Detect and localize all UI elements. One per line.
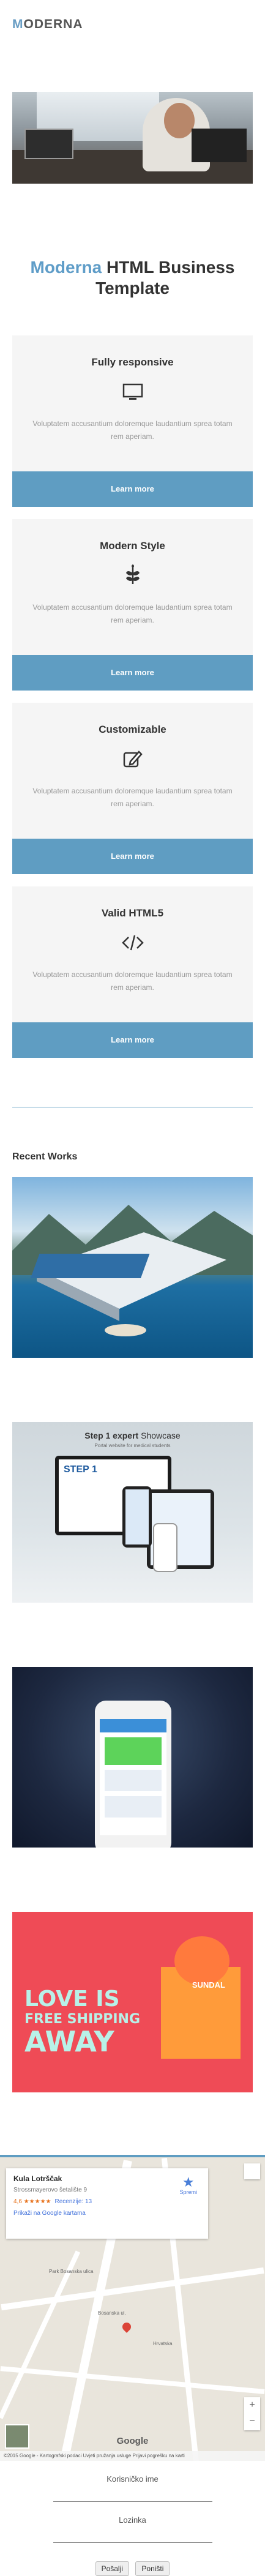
learn-more-button[interactable]: Learn more [12, 471, 253, 507]
code-icon [121, 935, 144, 951]
leaf-icon [125, 564, 140, 584]
features-section: Fully responsive Voluptatem accusantium … [0, 335, 265, 1058]
password-input[interactable] [53, 2528, 212, 2543]
star-icon: ★ [182, 2174, 195, 2190]
username-input[interactable] [53, 2487, 212, 2502]
location-pin-icon[interactable] [121, 2321, 133, 2333]
place-card: Kula Lotrščak Strossmayerovo šetalište 9… [6, 2168, 208, 2239]
recent-works-heading: Recent Works [12, 1151, 78, 1162]
view-larger-map-link[interactable]: Prikaži na Google kartama [13, 2210, 201, 2217]
feature-text: Voluptatem accusantium doloremque laudan… [32, 787, 233, 808]
feature-heading: Customizable [99, 724, 166, 735]
zoom-out-button[interactable]: − [244, 2413, 260, 2429]
feature-text: Voluptatem accusantium doloremque laudan… [32, 970, 233, 992]
place-name: Kula Lotrščak [13, 2174, 62, 2183]
satellite-toggle[interactable] [5, 2424, 29, 2449]
work-thumbnail[interactable] [12, 1667, 253, 1848]
save-button[interactable]: ★ Spremi [179, 2174, 197, 2196]
reset-button[interactable]: Poništi [135, 2561, 170, 2576]
feature-heading: Modern Style [100, 540, 165, 552]
feature-heading: Fully responsive [91, 356, 174, 368]
feature-heading: Valid HTML5 [101, 907, 164, 919]
google-map[interactable]: Park Bosanska ulica Hrvatska Bosanska ul… [0, 2155, 265, 2461]
hero-image [12, 92, 253, 184]
edit-icon [123, 751, 143, 768]
learn-more-button[interactable]: Learn more [12, 655, 253, 691]
place-rating: 4,6 ★★★★★ Recenzije: 13 [13, 2198, 92, 2205]
feature-card: Customizable Voluptatem accusantium dolo… [12, 703, 253, 874]
page-title: Moderna HTML Business Template [30, 258, 235, 298]
feature-card: Modern Style Voluptatem accusantium dolo… [12, 519, 253, 691]
map-footer: ©2015 Google - Kartografski podaci Uvjet… [0, 2451, 265, 2461]
mountain-lake-image [12, 1205, 253, 1336]
google-logo: Google [116, 2436, 149, 2446]
feature-text: Voluptatem accusantium doloremque laudan… [32, 603, 233, 624]
feature-card: Valid HTML5 Voluptatem accusantium dolor… [12, 886, 253, 1058]
work-thumbnail[interactable] [12, 1177, 253, 1358]
feature-card: Fully responsive Voluptatem accusantium … [12, 335, 253, 507]
zoom-in-button[interactable]: + [244, 2397, 260, 2413]
login-form: Korisničko ime Lozinka Pošalji Poništi [0, 2461, 265, 2576]
submit-button[interactable]: Pošalji [95, 2561, 129, 2576]
work-thumbnail[interactable]: Step 1 expert Showcase Portal website fo… [12, 1422, 253, 1603]
feature-text: Voluptatem accusantium doloremque laudan… [32, 419, 233, 441]
password-label: Lozinka [119, 2515, 146, 2525]
site-logo[interactable]: MODERNA [12, 17, 253, 32]
learn-more-button[interactable]: Learn more [12, 839, 253, 874]
monitor-icon [122, 383, 143, 400]
fullscreen-button[interactable] [244, 2163, 260, 2179]
reviews-link[interactable]: Recenzije: 13 [55, 2198, 92, 2205]
site-header: MODERNA [0, 0, 265, 49]
username-label: Korisničko ime [106, 2474, 159, 2484]
place-address: Strossmayerovo šetalište 9 [13, 2187, 88, 2193]
zoom-controls[interactable]: + − [244, 2397, 260, 2430]
learn-more-button[interactable]: Learn more [12, 1022, 253, 1058]
work-thumbnail[interactable]: LOVE IS FREE SHIPPING AWAY SUNDAL [12, 1912, 253, 2092]
